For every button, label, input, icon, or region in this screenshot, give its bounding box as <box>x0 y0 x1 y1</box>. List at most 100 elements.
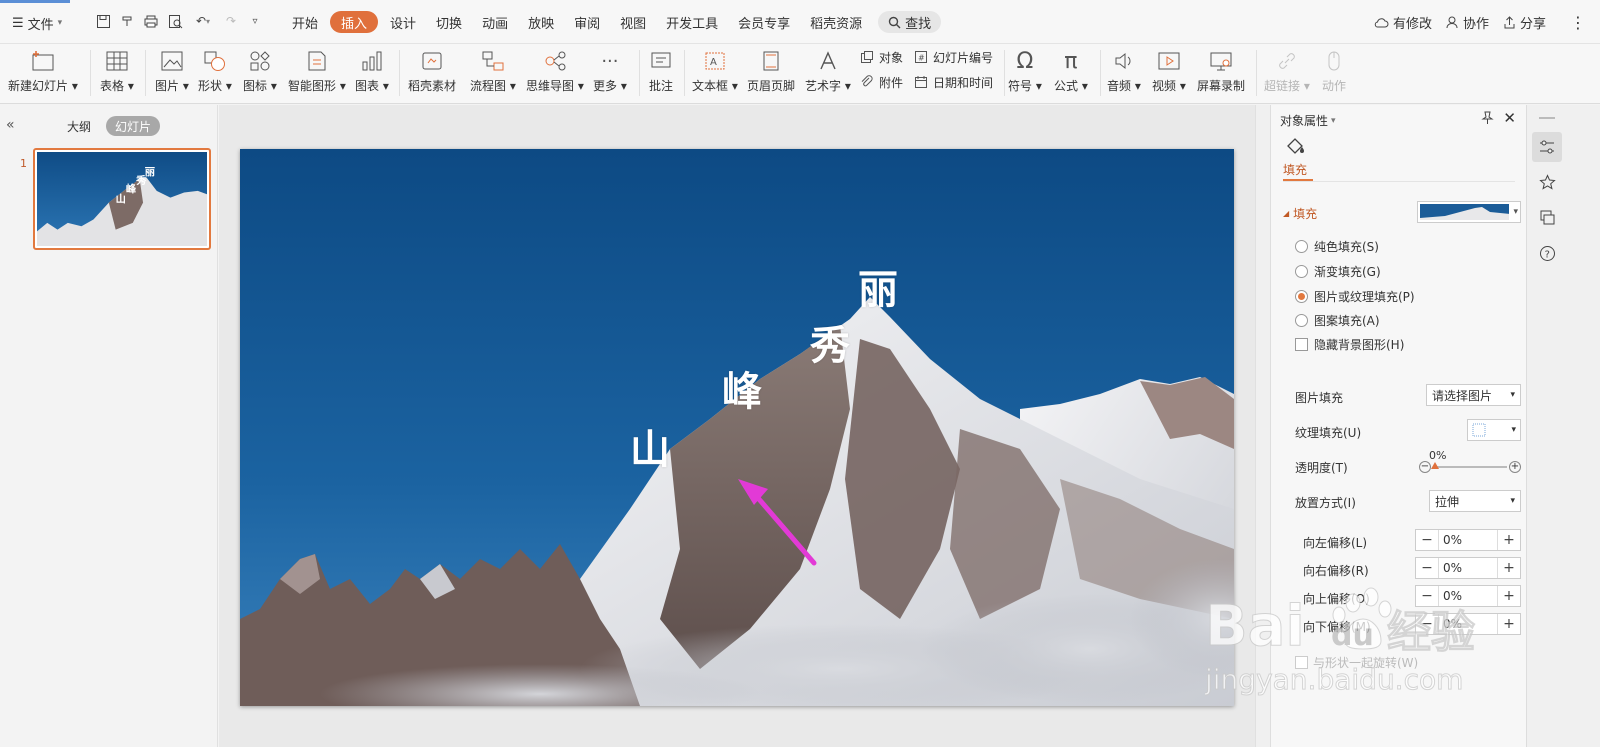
tab-member[interactable]: 会员专享 <box>728 11 800 33</box>
tab-home[interactable]: 开始 <box>282 11 328 33</box>
offset-right-value[interactable]: 0% <box>1438 558 1498 578</box>
pin-icon[interactable] <box>1481 111 1494 128</box>
hide-background-checkbox[interactable]: 隐藏背景图形(H) <box>1295 336 1404 353</box>
radio-picture-fill[interactable]: 图片或纹理填充(P) <box>1295 288 1415 305</box>
slide-text-char[interactable]: 丽 <box>858 257 898 315</box>
offset-right-stepper[interactable]: − 0% + <box>1415 557 1521 579</box>
comment-button[interactable]: 批注 <box>647 44 675 102</box>
share-button[interactable]: 分享 <box>1503 13 1546 32</box>
redo-icon[interactable]: ↷ <box>222 12 240 30</box>
table-button[interactable]: 表格 ▾ <box>100 44 134 102</box>
header-footer-button[interactable]: 页眉页脚 <box>747 44 795 102</box>
mindmap-button[interactable]: 思维导图 ▾ <box>526 44 584 102</box>
fill-section-header[interactable]: ◢ 填充 <box>1283 205 1317 222</box>
offset-bottom-stepper[interactable]: − 0% + <box>1415 613 1521 635</box>
smartart-button[interactable]: 智能图形 ▾ <box>288 44 346 102</box>
attachment-button[interactable]: 附件 <box>859 72 903 92</box>
radio-gradient-fill[interactable]: 渐变填充(G) <box>1295 263 1381 280</box>
picture-button[interactable]: 图片 ▾ <box>155 44 189 102</box>
tab-slideshow[interactable]: 放映 <box>518 11 564 33</box>
plus-icon[interactable]: + <box>1498 586 1520 606</box>
customize-icon[interactable]: ▿ <box>246 12 264 30</box>
properties-button[interactable] <box>1532 132 1562 162</box>
slider-track[interactable] <box>1433 466 1507 468</box>
slider-thumb[interactable] <box>1431 462 1439 469</box>
canvas-scrollbar[interactable] <box>1255 105 1270 747</box>
audio-button[interactable]: 音频 ▾ <box>1107 44 1141 102</box>
offset-top-stepper[interactable]: − 0% + <box>1415 585 1521 607</box>
tab-fill[interactable]: 填充 <box>1283 161 1307 178</box>
rotate-with-shape-checkbox[interactable]: 与形状一起旋转(W) <box>1295 654 1418 671</box>
tab-slides[interactable]: 幻灯片 <box>106 116 161 136</box>
datetime-button[interactable]: 日期和时间 <box>913 72 993 92</box>
close-icon[interactable]: ✕ <box>1503 109 1516 127</box>
help-button[interactable]: ? <box>1532 238 1562 268</box>
radio-solid-fill[interactable]: 纯色填充(S) <box>1295 238 1379 255</box>
tab-outline[interactable]: 大纲 <box>58 116 100 136</box>
paint-bucket-icon[interactable] <box>1285 137 1307 160</box>
tab-animation[interactable]: 动画 <box>472 11 518 33</box>
formula-button[interactable]: π 公式 ▾ <box>1054 44 1088 102</box>
action-button[interactable]: 动作 <box>1320 44 1348 102</box>
file-menu[interactable]: ☰ 文件 ▾ <box>12 12 62 34</box>
collapse-panel-icon[interactable]: « <box>6 117 15 133</box>
offset-left-value[interactable]: 0% <box>1438 530 1498 550</box>
more-options-icon[interactable]: ⋮ <box>1570 13 1586 32</box>
slide-switch-button[interactable] <box>1532 202 1562 232</box>
radio-pattern-fill[interactable]: 图案填充(A) <box>1295 312 1380 329</box>
symbol-button[interactable]: Ω 符号 ▾ <box>1008 44 1042 102</box>
collab-button[interactable]: 协作 <box>1446 13 1489 32</box>
placement-dropdown[interactable]: 拉伸 ▾ <box>1429 490 1521 512</box>
minus-icon[interactable]: − <box>1416 614 1438 634</box>
animation-pane-button[interactable] <box>1532 167 1562 197</box>
minus-icon[interactable]: − <box>1419 461 1431 473</box>
undo-icon[interactable]: ↶ ▾ <box>190 12 216 30</box>
tab-design[interactable]: 设计 <box>380 11 426 33</box>
print-icon[interactable] <box>142 12 160 30</box>
daoke-material-button[interactable]: 稻壳素材 <box>408 44 456 102</box>
offset-top-value[interactable]: 0% <box>1438 586 1498 606</box>
textbox-button[interactable]: A 文本框 ▾ <box>692 44 738 102</box>
icon-button[interactable]: 图标 ▾ <box>243 44 277 102</box>
shape-button[interactable]: 形状 ▾ <box>198 44 232 102</box>
minus-icon[interactable]: − <box>1416 586 1438 606</box>
slide-text-char[interactable]: 秀 <box>810 313 850 371</box>
picture-fill-dropdown[interactable]: 请选择图片 ▾ <box>1426 384 1521 406</box>
slide-text-char[interactable]: 峰 <box>722 359 762 417</box>
offset-bottom-value[interactable]: 0% <box>1438 614 1498 634</box>
screen-record-button[interactable]: 屏幕录制 <box>1197 44 1245 102</box>
plus-icon[interactable]: + <box>1509 461 1521 473</box>
minus-icon[interactable]: − <box>1416 530 1438 550</box>
minus-icon[interactable]: − <box>1416 558 1438 578</box>
chart-button[interactable]: 图表 ▾ <box>355 44 389 102</box>
wordart-button[interactable]: 艺术字 ▾ <box>805 44 851 102</box>
transparency-slider[interactable]: 0% − + <box>1419 449 1523 479</box>
plus-icon[interactable]: + <box>1498 530 1520 550</box>
hyperlink-button[interactable]: 超链接 ▾ <box>1264 44 1310 102</box>
plus-icon[interactable]: + <box>1498 614 1520 634</box>
fill-preview-dropdown[interactable]: ▾ <box>1417 201 1521 223</box>
slide-text-char[interactable]: 山 <box>630 417 670 475</box>
new-slide-button[interactable]: 新建幻灯片 ▾ <box>8 44 78 102</box>
save-icon[interactable] <box>94 12 112 30</box>
video-button[interactable]: 视频 ▾ <box>1152 44 1186 102</box>
plus-icon[interactable]: + <box>1498 558 1520 578</box>
tab-transition[interactable]: 切换 <box>426 11 472 33</box>
format-painter-icon[interactable] <box>118 12 136 30</box>
tab-insert[interactable]: 插入 <box>330 11 379 33</box>
tab-developer[interactable]: 开发工具 <box>656 11 728 33</box>
slide-thumbnail[interactable]: 山 峰 秀 丽 <box>33 148 211 250</box>
tab-daoke[interactable]: 稻壳资源 <box>800 11 872 33</box>
more-button[interactable]: ··· 更多 ▾ <box>593 44 627 102</box>
flowchart-button[interactable]: 流程图 ▾ <box>470 44 516 102</box>
slide-canvas[interactable]: 山 峰 秀 丽 <box>240 149 1234 706</box>
tab-view[interactable]: 视图 <box>610 11 656 33</box>
object-button[interactable]: 对象 <box>859 47 903 67</box>
panel-title[interactable]: 对象属性 ▾ <box>1280 112 1336 129</box>
texture-fill-dropdown[interactable]: ▾ <box>1467 419 1521 441</box>
print-preview-icon[interactable] <box>166 12 184 30</box>
modified-status[interactable]: 有修改 <box>1374 13 1432 32</box>
slide-number-button[interactable]: # 幻灯片编号 <box>913 47 993 67</box>
offset-left-stepper[interactable]: − 0% + <box>1415 529 1521 551</box>
editing-canvas[interactable]: 山 峰 秀 丽 <box>219 105 1255 747</box>
